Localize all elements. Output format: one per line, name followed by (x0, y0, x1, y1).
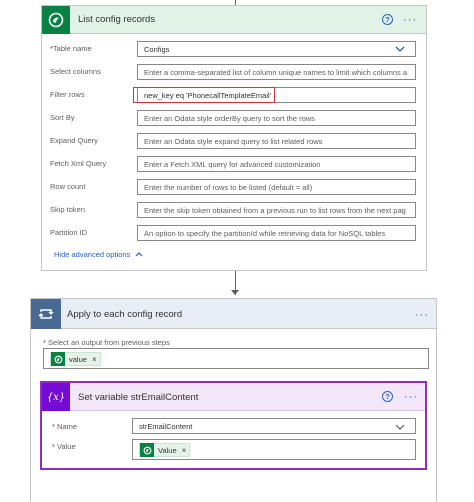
filter-rows-label: Filter rows (50, 90, 85, 99)
variable-icon: {x} (42, 383, 70, 411)
more-options-icon[interactable]: ··· (403, 15, 417, 26)
select-columns-row: Select columns Enter a comma-separated l… (50, 64, 420, 80)
previous-output-label: * Select an output from previous steps (43, 338, 170, 347)
skip-token-input[interactable]: Enter the skip token obtained from a pre… (137, 202, 416, 218)
sort-by-label: Sort By (50, 113, 75, 122)
table-name-row: *Table name Configs (50, 41, 420, 57)
set-variable-card: {x} Set variable strEmailContent ? ··· *… (40, 381, 427, 470)
row-count-label: Row count (50, 182, 86, 191)
expand-query-row: Expand Query Enter an Odata style expand… (50, 133, 420, 149)
chevron-down-icon (395, 424, 405, 430)
dataverse-token-icon (51, 352, 65, 366)
set-variable-header[interactable]: {x} Set variable strEmailContent ? ··· (42, 383, 425, 411)
value-token[interactable]: Value × (139, 443, 191, 457)
chevron-up-icon (135, 252, 143, 257)
sort-by-row: Sort By Enter an Odata style orderBy que… (50, 110, 420, 126)
set-variable-title: Set variable strEmailContent (78, 392, 199, 403)
more-options-icon[interactable]: ··· (404, 392, 418, 403)
fetch-xml-query-input[interactable]: Enter a Fetch XML query for advanced cus… (137, 156, 416, 172)
apply-to-each-header[interactable]: Apply to each config record ··· (31, 299, 436, 329)
help-icon[interactable]: ? (382, 14, 393, 25)
partition-id-input[interactable]: An option to specify the partitionId whi… (137, 225, 416, 241)
variable-name-dropdown[interactable]: strEmailContent (132, 418, 416, 434)
select-columns-input[interactable]: Enter a comma-separated list of column u… (137, 64, 416, 80)
fetch-xml-query-row: Fetch Xml Query Enter a Fetch XML query … (50, 156, 420, 172)
chevron-down-icon (395, 46, 405, 52)
row-count-input[interactable]: Enter the number of rows to be listed (d… (137, 179, 416, 195)
row-count-row: Row count Enter the number of rows to be… (50, 179, 420, 195)
previous-output-field[interactable]: value × (43, 348, 429, 369)
flow-arrow-down-icon (231, 290, 239, 295)
loop-icon (31, 299, 61, 329)
table-name-dropdown[interactable]: Configs (137, 41, 416, 57)
expand-query-label: Expand Query (50, 136, 98, 145)
value-label: * Value (52, 442, 76, 451)
select-columns-label: Select columns (50, 67, 101, 76)
value-token[interactable]: value × (50, 352, 101, 366)
name-label: * Name (52, 422, 78, 431)
expand-query-input[interactable]: Enter an Odata style expand query to lis… (137, 133, 416, 149)
sort-by-input[interactable]: Enter an Odata style orderBy query to so… (137, 110, 416, 126)
skip-token-label: Skip token (50, 205, 86, 214)
apply-to-each-title: Apply to each config record (67, 309, 183, 320)
partition-id-label: Partition ID (50, 228, 88, 237)
help-icon[interactable]: ? (382, 391, 393, 402)
remove-token-icon[interactable]: × (182, 446, 187, 455)
dataverse-icon (42, 6, 70, 34)
table-name-label: *Table name (50, 44, 92, 53)
partition-id-row: Partition ID An option to specify the pa… (50, 225, 420, 241)
dataverse-token-icon (140, 443, 154, 457)
more-options-icon[interactable]: ··· (415, 310, 429, 321)
list-config-records-card: List config records ? ··· *Table name Co… (41, 5, 427, 271)
hide-advanced-options-link[interactable]: Hide advanced options (54, 250, 143, 259)
variable-value-field[interactable]: Value × (132, 439, 416, 460)
skip-token-row: Skip token Enter the skip token obtained… (50, 202, 420, 218)
filter-rows-highlight (133, 87, 275, 103)
list-config-records-header[interactable]: List config records ? ··· (42, 6, 426, 34)
remove-token-icon[interactable]: × (92, 355, 97, 364)
list-config-records-title: List config records (78, 14, 156, 25)
fetch-xml-query-label: Fetch Xml Query (50, 159, 107, 168)
